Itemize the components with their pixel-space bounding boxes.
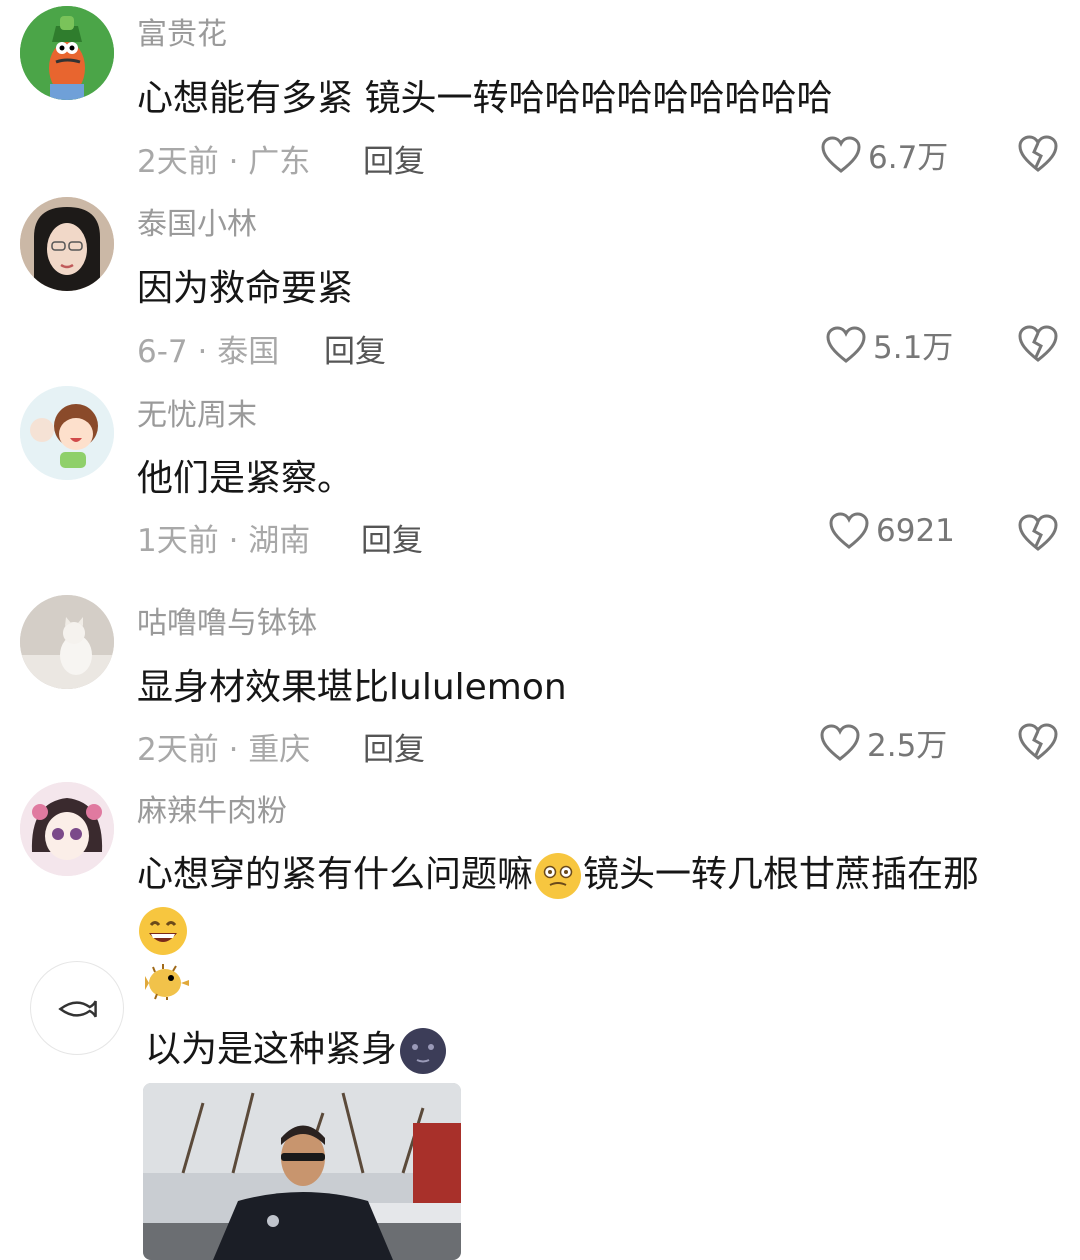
cartoon-fish-hat-avatar-icon: [20, 6, 114, 100]
like-count: 6921: [876, 513, 955, 549]
user-avatar[interactable]: [30, 961, 124, 1055]
comment-text: 他们是紧察。: [137, 458, 354, 499]
comment-text-part: 以为是这种紧身: [145, 1029, 398, 1070]
attached-photo[interactable]: [143, 1083, 461, 1260]
user-avatar[interactable]: [20, 197, 114, 291]
comment-date: 2天前: [137, 732, 219, 768]
heart-icon: [821, 135, 861, 173]
meta-separator: ·: [218, 144, 249, 180]
comment-text-part: 心想穿的紧有什么问题嘛: [137, 854, 534, 895]
anime-girl-avatar-icon: [20, 782, 114, 876]
comment-text-part: 镜头一转几根甘蔗插在那: [583, 854, 980, 895]
user-avatar[interactable]: [20, 595, 114, 689]
heart-icon: [820, 723, 860, 761]
police-officer-photo-icon: [143, 1083, 461, 1260]
heart-icon: [826, 325, 866, 363]
comment-location: 泰国: [217, 334, 280, 370]
new-moon-face-emoji-icon: [400, 1028, 447, 1074]
heart-icon: [829, 512, 869, 549]
comment-meta: 2天前 · 重庆: [137, 724, 310, 769]
reply-button[interactable]: 回复: [361, 515, 423, 560]
like-button[interactable]: 5.1万: [825, 322, 953, 367]
pufferfish-emoji-icon: [145, 964, 189, 1000]
broken-heart-icon[interactable]: [1017, 133, 1059, 175]
comment-text: 心想能有多紧 镜头一转哈哈哈哈哈哈哈哈哈: [137, 78, 833, 119]
comment-text: 心想穿的紧有什么问题嘛 镜头一转几根甘蔗插在那: [137, 845, 979, 901]
white-cat-avatar-icon: [20, 595, 114, 689]
comment-meta: 2天前 · 广东: [137, 136, 310, 181]
user-avatar[interactable]: [20, 782, 114, 876]
reply-button[interactable]: 回复: [363, 724, 425, 769]
username[interactable]: 泰国小林: [137, 199, 257, 243]
like-count: 5.1万: [873, 330, 954, 366]
dizzy-face-emoji-icon: [535, 853, 582, 899]
woman-glasses-avatar-icon: [20, 197, 114, 291]
comment-text: 因为救命要紧: [137, 268, 354, 309]
like-button[interactable]: 2.5万: [819, 720, 947, 765]
comment-location: 湖南: [248, 523, 311, 559]
comment-text: 显身材效果堪比lululemon: [137, 667, 567, 708]
like-button[interactable]: 6.7万: [820, 132, 948, 177]
grinning-face-emoji-icon: [139, 907, 187, 955]
comment-date: 1天前: [137, 523, 219, 559]
broken-heart-icon[interactable]: [1017, 721, 1059, 763]
broken-heart-icon[interactable]: [1017, 512, 1059, 554]
comment-text: 以为是这种紧身: [145, 1020, 449, 1077]
comment-date: 6-7: [137, 334, 188, 370]
comment-meta: 6-7 · 泰国: [137, 326, 279, 371]
reply-button[interactable]: 回复: [363, 136, 425, 181]
meta-separator: ·: [187, 334, 218, 370]
username[interactable]: 麻辣牛肉粉: [137, 786, 287, 830]
user-avatar[interactable]: [20, 6, 114, 100]
comment-date: 2天前: [137, 144, 219, 180]
comment-location: 重庆: [248, 732, 311, 768]
like-button[interactable]: 6921: [828, 511, 955, 551]
username[interactable]: 无忧周末: [137, 390, 257, 434]
comment-location: 广东: [248, 144, 311, 180]
meta-separator: ·: [218, 732, 249, 768]
username[interactable]: 咕噜噜与钵钵: [137, 598, 317, 642]
like-count: 6.7万: [868, 140, 949, 176]
comment-meta: 1天前 · 湖南: [137, 515, 310, 560]
broken-heart-icon[interactable]: [1017, 323, 1059, 365]
user-avatar[interactable]: [20, 386, 114, 480]
like-count: 2.5万: [867, 728, 948, 764]
cartoon-girl-avatar-icon: [20, 386, 114, 480]
fish-outline-avatar-icon: [58, 1000, 97, 1018]
meta-separator: ·: [218, 523, 249, 559]
reply-button[interactable]: 回复: [324, 326, 386, 371]
username[interactable]: 富贵花: [137, 9, 227, 53]
